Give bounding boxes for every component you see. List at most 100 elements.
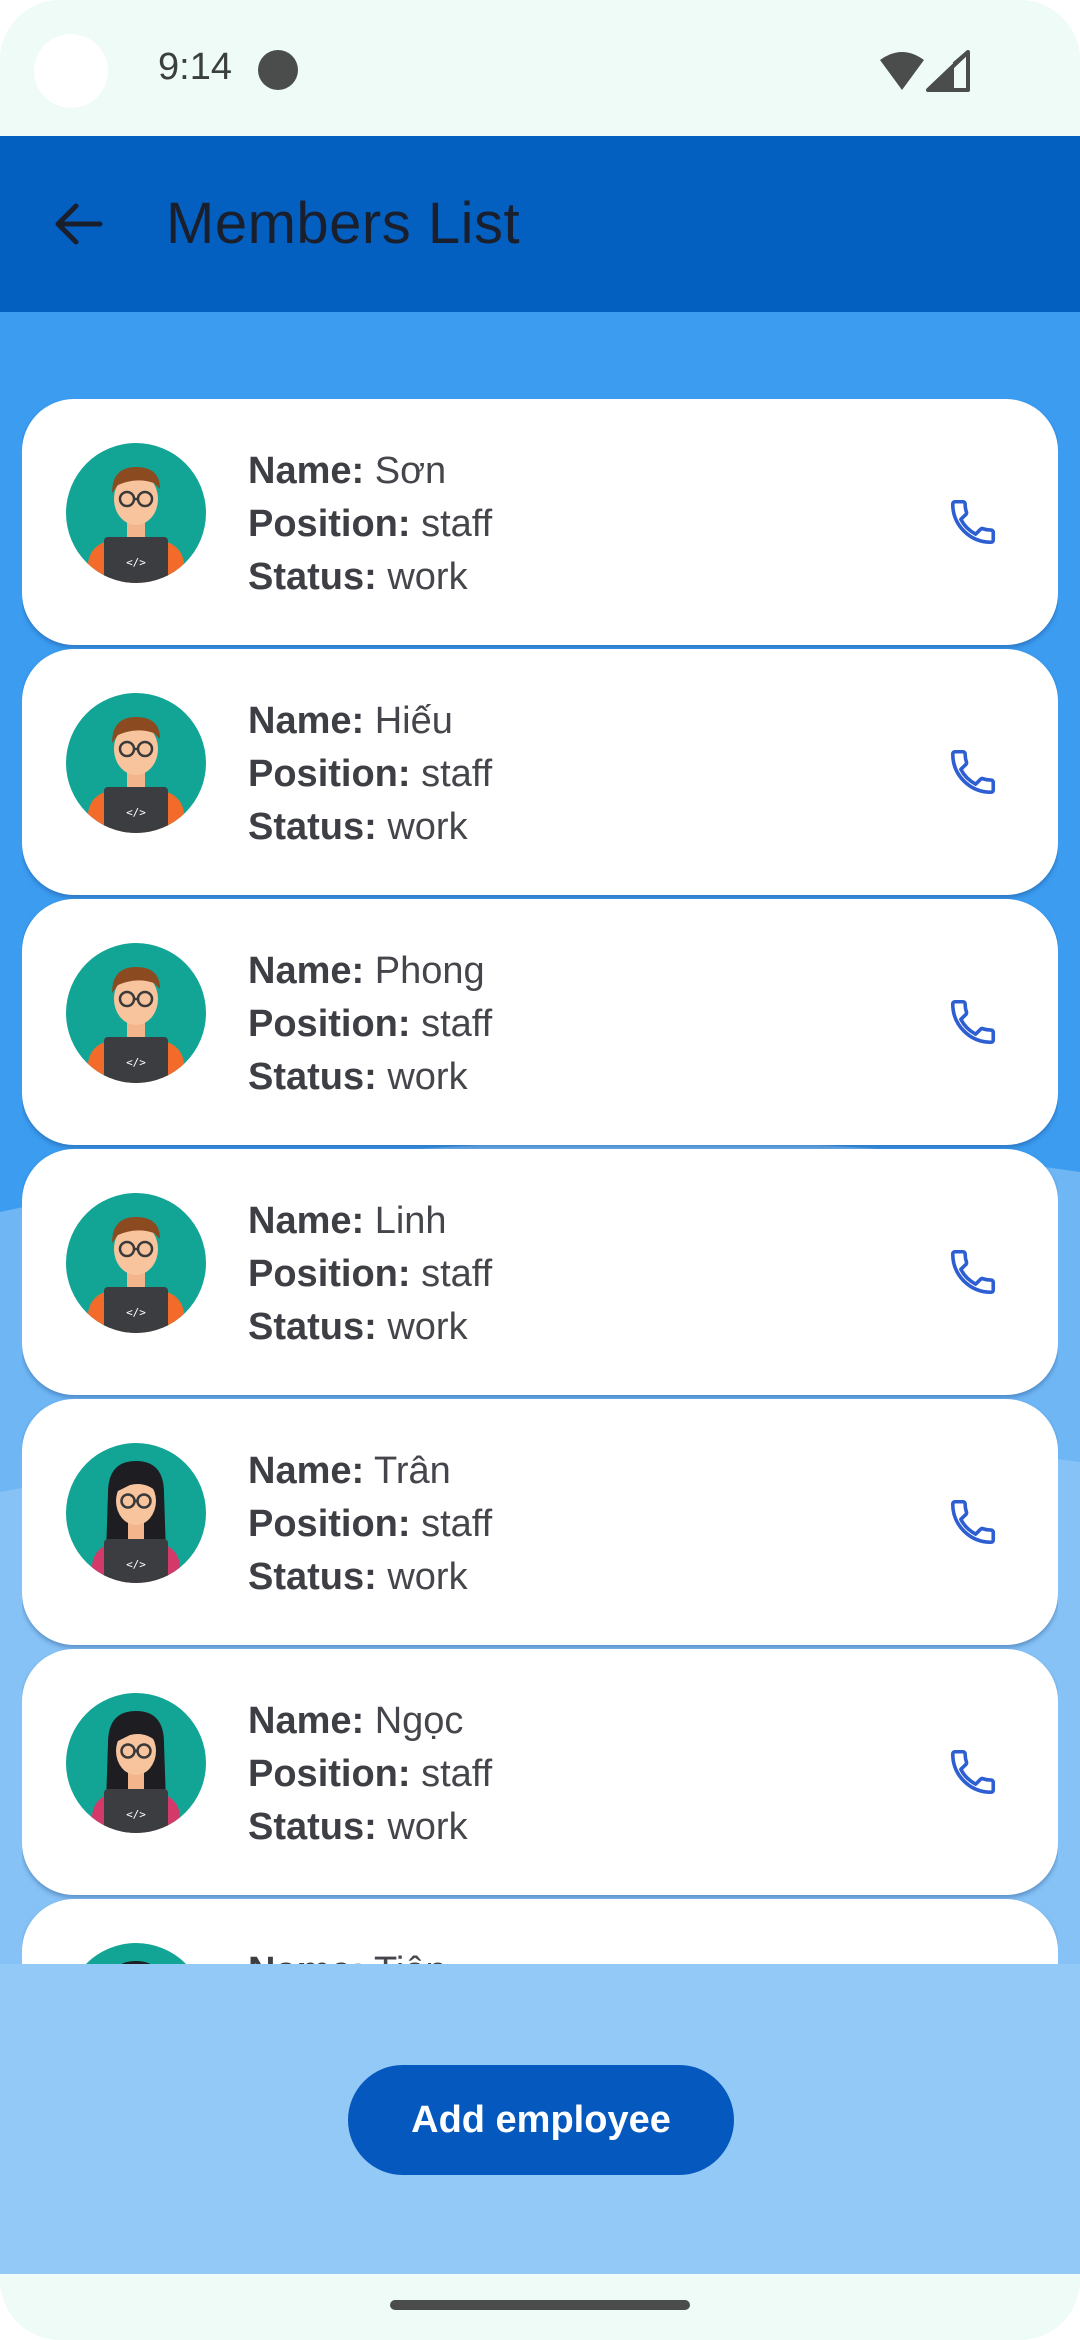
app-screen: 9:14 Members List </> Name: Sơn Position…: [0, 0, 1080, 2340]
member-position-row: Position: staff: [248, 1498, 492, 1551]
wifi-icon: [880, 52, 924, 90]
svg-text:</>: </>: [126, 1306, 146, 1319]
member-position: staff: [421, 1253, 493, 1295]
female-developer-avatar: </>: [86, 1943, 186, 1964]
member-status: work: [387, 556, 468, 598]
member-position-row: Position: staff: [248, 998, 492, 1051]
male-developer-avatar: </>: [66, 443, 206, 583]
call-button[interactable]: [940, 989, 1006, 1055]
call-button[interactable]: [940, 739, 1006, 805]
member-status-label: Status:: [248, 806, 377, 848]
member-status: work: [387, 1806, 468, 1848]
call-button[interactable]: [940, 1239, 1006, 1305]
member-card[interactable]: </> Name: Sơn Position: staff Status: work: [22, 399, 1058, 645]
svg-text:</>: </>: [126, 556, 146, 569]
member-position-label: Position:: [248, 753, 411, 795]
member-position-row: Position: staff: [248, 1748, 492, 1801]
member-info: Name: TiênPosition: staffStatus: work: [248, 1945, 492, 1964]
member-info: Name: Sơn Position: staff Status: work: [248, 445, 492, 604]
svg-text:</>: </>: [126, 806, 146, 819]
member-position-row: Position: staff: [248, 1248, 492, 1301]
phone-icon: [950, 499, 996, 545]
member-name-row: Name: Sơn: [248, 445, 492, 498]
call-button[interactable]: [940, 489, 1006, 555]
member-position: staff: [421, 1753, 493, 1795]
member-name: Linh: [374, 1200, 447, 1242]
member-status-row: Status: work: [248, 1301, 492, 1354]
member-card[interactable]: </> Name: TiênPosition: staffStatus: wor…: [22, 1899, 1058, 1964]
phone-icon: [950, 999, 996, 1045]
status-bar: 9:14: [0, 0, 1080, 136]
member-position: staff: [421, 753, 493, 795]
member-name: Trân: [374, 1450, 451, 1492]
member-status-row: Status: work: [248, 1801, 492, 1854]
male-developer-avatar: </>: [66, 693, 206, 833]
member-card[interactable]: </> Name: Hiếu Position: staff Status: wor…: [22, 649, 1058, 895]
phone-icon: [950, 1499, 996, 1545]
member-name-label: Name:: [248, 1200, 365, 1242]
member-status: work: [387, 806, 468, 848]
app-bar: Members List: [0, 136, 1080, 312]
member-status-label: Status:: [248, 1306, 377, 1348]
gesture-nav-handle[interactable]: [390, 2300, 690, 2310]
member-status: work: [387, 1306, 468, 1348]
member-name-row: Name: Tiên: [248, 1945, 492, 1964]
member-card[interactable]: </> Name: Ngọc Position: staff Status: wor…: [22, 1649, 1058, 1895]
member-position-label: Position:: [248, 1253, 411, 1295]
phone-icon: [950, 749, 996, 795]
page-title: Members List: [166, 191, 521, 256]
add-employee-button[interactable]: Add employee: [348, 2065, 734, 2175]
member-status-row: Status: work: [248, 1051, 492, 1104]
phone-icon: [950, 1749, 996, 1795]
member-status-row: Status: work: [248, 801, 492, 854]
back-button[interactable]: [36, 188, 120, 260]
camera-cutout: [34, 34, 108, 108]
member-status-label: Status:: [248, 1056, 377, 1098]
member-status-label: Status:: [248, 556, 377, 598]
member-name-row: Name: Phong: [248, 945, 492, 998]
member-position: staff: [421, 1503, 493, 1545]
member-position-row: Position: staff: [248, 498, 492, 551]
members-list[interactable]: </> Name: Sơn Position: staff Status: work…: [22, 399, 1058, 1964]
member-name-label: Name:: [248, 950, 365, 992]
arrow-left-icon: [55, 203, 103, 245]
member-status-label: Status:: [248, 1806, 377, 1848]
member-info: Name: Linh Position: staff Status: work: [248, 1195, 492, 1354]
member-card[interactable]: </> Name: Phong Position: staff Status: wo…: [22, 899, 1058, 1145]
member-info: Name: Phong Position: staff Status: work: [248, 945, 492, 1104]
call-button[interactable]: [940, 1739, 1006, 1805]
status-time: 9:14: [158, 46, 232, 88]
member-info: Name: Hiếu Position: staff Status: work: [248, 695, 492, 854]
member-position: staff: [421, 1003, 493, 1045]
cell-signal-icon: [926, 50, 970, 92]
member-status-row: Status: work: [248, 551, 492, 604]
member-card[interactable]: </> Name: Linh Position: staff Status: wor…: [22, 1149, 1058, 1395]
member-name: Phong: [374, 950, 485, 992]
member-status-row: Status: work: [248, 1551, 492, 1604]
member-name-row: Name: Hiếu: [248, 695, 492, 748]
member-name-label: Name:: [248, 1450, 365, 1492]
member-name-label: Name:: [248, 1950, 364, 1964]
member-name: Hiếu: [374, 700, 453, 742]
call-button[interactable]: [940, 1489, 1006, 1555]
member-name-label: Name:: [248, 1700, 365, 1742]
member-position-label: Position:: [248, 1503, 411, 1545]
member-position: staff: [421, 503, 493, 545]
member-name-label: Name:: [248, 450, 365, 492]
phone-icon: [950, 1249, 996, 1295]
member-position-label: Position:: [248, 1753, 411, 1795]
svg-text:</>: </>: [126, 1056, 146, 1069]
male-developer-avatar: </>: [66, 1193, 206, 1333]
content-area: </> Name: Sơn Position: staff Status: work…: [0, 312, 1080, 1964]
member-info: Name: Ngọc Position: staff Status: work: [248, 1695, 492, 1854]
svg-text:</>: </>: [126, 1558, 146, 1571]
member-position-row: Position: staff: [248, 748, 492, 801]
footer: Add employee: [0, 1964, 1080, 2274]
member-info: Name: Trân Position: staff Status: work: [248, 1445, 492, 1604]
member-name-label: Name:: [248, 700, 365, 742]
svg-text:</>: </>: [126, 1808, 146, 1821]
member-card[interactable]: </> Name: Trân Position: staff Status: wor…: [22, 1399, 1058, 1645]
member-position-label: Position:: [248, 503, 411, 545]
member-name-row: Name: Ngọc: [248, 1695, 492, 1748]
member-status: work: [387, 1056, 468, 1098]
